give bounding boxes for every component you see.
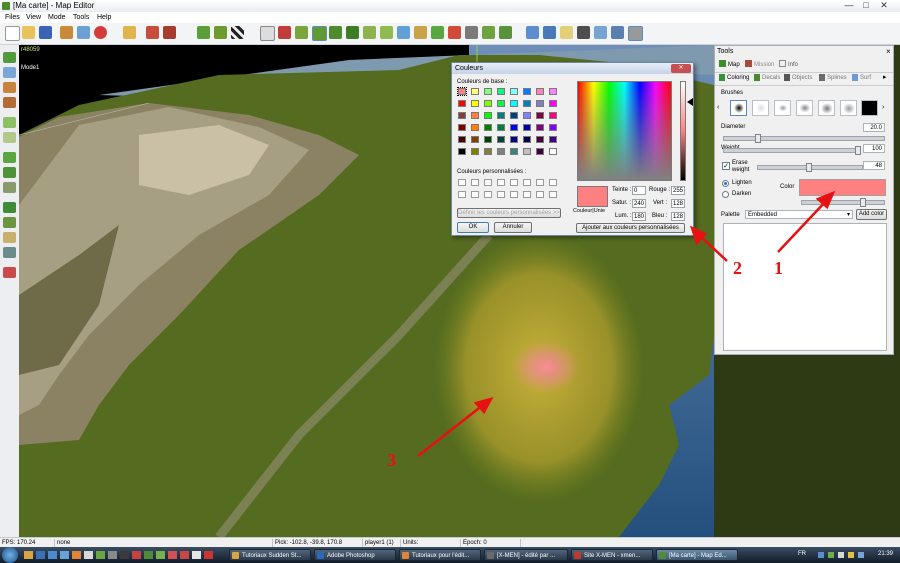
annotation-arrow-3 <box>417 404 484 457</box>
annotation-label-3: 3 <box>387 450 396 470</box>
taskbar-item-site-xmen[interactable]: Site X-MEN - xmen... <box>571 549 653 561</box>
photoshop-icon <box>317 552 324 559</box>
clock[interactable]: 21:39 <box>878 551 893 557</box>
quicklaunch-red-icon[interactable] <box>168 551 177 559</box>
status-selection: none <box>55 539 273 547</box>
status-player: player1 (1) <box>363 539 401 547</box>
quicklaunch-launcher-icon[interactable] <box>156 551 165 559</box>
annotation-arrow-1 <box>777 199 828 253</box>
taskbar-item-xmen-edit[interactable]: [X-MEN] - édité par ... <box>484 549 568 561</box>
quicklaunch-doc-icon[interactable] <box>192 551 201 559</box>
status-fps: FPS: 170.24 <box>0 539 55 547</box>
quicklaunch-desktop-icon[interactable] <box>48 551 57 559</box>
status-units: Units: <box>401 539 461 547</box>
taskbar: Tutoriaux Sudden St... Adobe Photoshop T… <box>0 547 900 563</box>
filezilla-icon <box>574 552 581 559</box>
tray-update-icon[interactable] <box>858 552 864 558</box>
start-button[interactable] <box>2 547 18 563</box>
quicklaunch-tool2-icon[interactable] <box>204 551 213 559</box>
status-pick: Pick: -102.8, -39.8, 170.8 <box>273 539 363 547</box>
quicklaunch-media-icon[interactable] <box>132 551 141 559</box>
annotation-arrow-1-head <box>815 190 836 210</box>
annotation-label-2: 2 <box>733 258 742 278</box>
quicklaunch-browser-icon[interactable] <box>36 551 45 559</box>
taskbar-item-sudden-strike[interactable]: Tutoriaux Sudden St... <box>229 549 311 561</box>
folder-icon <box>232 552 239 559</box>
quicklaunch-mapeditor-icon[interactable] <box>144 551 153 559</box>
tray-volume-icon[interactable] <box>838 552 844 558</box>
quicklaunch-explorer-icon[interactable] <box>60 551 69 559</box>
quicklaunch-folder-icon[interactable] <box>24 551 33 559</box>
quicklaunch-game-icon[interactable] <box>96 551 105 559</box>
tray-app-icon[interactable] <box>828 552 834 558</box>
taskbar-item-tutoriaux[interactable]: Tutoriaux pour l'édit... <box>399 549 481 561</box>
quicklaunch-firefox-icon[interactable] <box>72 551 81 559</box>
firefox-icon <box>402 552 409 559</box>
annotation-label-1: 1 <box>774 258 783 278</box>
tray-security-icon[interactable] <box>848 552 854 558</box>
quicklaunch-tool-icon[interactable] <box>108 551 117 559</box>
language-indicator[interactable]: FR <box>798 551 806 557</box>
annotation-overlay <box>417 190 836 457</box>
map-editor-icon <box>659 552 666 559</box>
taskbar-item-photoshop[interactable]: Adobe Photoshop <box>314 549 396 561</box>
document-icon <box>487 552 494 559</box>
quicklaunch-editor-icon[interactable] <box>120 551 129 559</box>
annotation-arrow-2-head <box>689 225 708 246</box>
taskbar-item-map-editor[interactable]: [Ma carte] - Map Ed... <box>656 549 738 561</box>
status-epoch: Epoch: 0 <box>461 539 521 547</box>
annotation-arrow-2 <box>698 234 728 262</box>
tray-network-icon[interactable] <box>818 552 824 558</box>
quicklaunch-app-icon[interactable] <box>84 551 93 559</box>
quicklaunch-red2-icon[interactable] <box>180 551 189 559</box>
